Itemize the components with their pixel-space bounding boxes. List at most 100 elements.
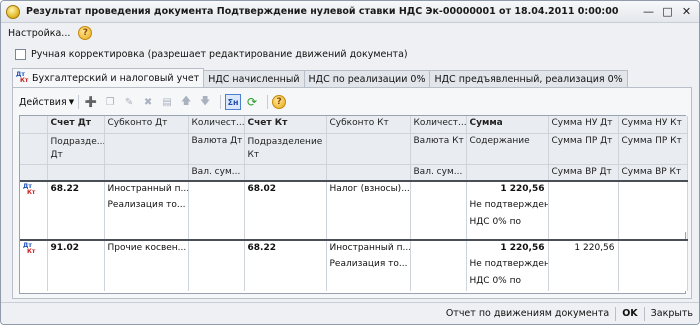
tab-accounting[interactable]: Дт Кт Бухгалтерский и налоговый учет [12,68,205,87]
cell-subkonto-dt[interactable]: Иностранный п... [104,180,189,198]
table-row[interactable]: Дт Кт 68.22 Иностранный п... 68.02 Налог … [20,180,688,232]
row-spacer [20,232,688,240]
tab-vat-sales-zero[interactable]: НДС по реализации 0% [303,70,431,87]
col-schet-kt[interactable]: Счет Кт [244,116,327,134]
cell-schet-dt[interactable]: 91.02 [47,239,105,257]
toolbar-separator [267,95,269,109]
cell-subkonto-kt[interactable]: Налог (взносы)... [326,180,411,198]
manual-correction-row: Ручная корректировка (разрешает редактир… [15,49,408,60]
cell-content[interactable]: Не подтвержден [466,257,549,274]
tab-bar: Дт Кт Бухгалтерский и налоговый учет НДС … [12,68,628,87]
col-val-sum-dt[interactable]: Вал. сум... [188,164,245,182]
cell-subkonto-kt[interactable]: Иностранный п... [326,239,411,257]
close-button[interactable]: Закрыть [651,308,693,319]
cell-summa-nu-kt[interactable] [618,180,688,198]
table-row[interactable]: Реализация то... Не подтвержден [20,257,688,274]
menu-bar: Настройка... ? [1,24,699,42]
toolbar-separator [78,95,80,109]
table-row[interactable]: Дт Кт 91.02 Прочие косвен... 68.22 Иностр… [20,239,688,291]
tab-label: НДС по реализации 0% [308,73,426,85]
tab-label: НДС начисленный [208,73,300,85]
footer-separator [615,306,617,321]
dt-kt-icon: Дт Кт [20,239,48,291]
cell-content[interactable]: НДС 0% по [466,215,549,232]
col-summa-nu-dt[interactable]: Сумма НУ Дт [548,116,619,134]
cell-summa[interactable]: 1 220,56 [466,239,549,257]
dropdown-arrow-icon[interactable]: ▼ [69,98,74,106]
cell-schet-kt[interactable]: 68.22 [244,239,327,257]
cell-subkonto-kt[interactable] [326,198,411,215]
table-header-row: Подразде... Дт Валюта Дт Подразделение Кт … [20,133,688,165]
actions-menu[interactable]: Действия [19,97,67,108]
cell-subkonto-dt[interactable]: Прочие косвен... [104,239,189,257]
tab-label: НДС предъявленный, реализация 0% [434,73,623,85]
cell-summa-nu-dt[interactable] [548,180,619,198]
settings-menu[interactable]: Настройка... [8,28,70,39]
close-icon[interactable]: ✕ [678,4,695,19]
col-soderzhanie[interactable]: Содержание [466,133,549,165]
dt-kt-icon: Дт Кт [20,180,48,232]
col-kolichestvo-dt[interactable]: Количест... [188,116,245,134]
footer-bar: Отчет по движениям документа OK Закрыть [1,302,699,324]
cell-content[interactable]: НДС 0% по [466,274,549,291]
footer-separator [643,306,645,321]
col-subkonto-dt[interactable]: Субконто Дт [104,116,189,134]
ok-button[interactable]: OK [622,308,637,319]
title-bar: Результат проведения документа Подтвержд… [1,1,699,23]
table-header-row: Вал. сум... Вал. сум... Сумма ВР Дт Сумм… [20,164,688,182]
col-valuta-kt[interactable]: Валюта Кт [410,133,467,165]
maximize-icon[interactable]: □ [659,4,676,19]
move-down-icon[interactable]: 🡇 [197,94,213,110]
col-valuta-dt[interactable]: Валюта Дт [188,133,245,165]
col-schet-dt[interactable]: Счет Дт [47,116,105,134]
cell-summa[interactable]: 1 220,56 [466,180,549,198]
entries-table: Счет Дт Субконто Дт Количест... Счет Кт … [19,115,688,294]
col-podrazd-kt[interactable]: Подразделение Кт [244,133,327,165]
tab-panel: Действия ▼ ➕ ❐ ✎ ✖ ▤ 🡅 🡇 Σн ⟳ ? Счет Дт … [12,87,692,299]
sum-icon[interactable]: Σн [225,94,242,110]
dt-kt-icon: Дт Кт [16,71,29,84]
table-row[interactable]: Реализация то... Не подтвержден [20,198,688,215]
save-icon[interactable]: ▤ [159,94,175,110]
col-summa[interactable]: Сумма [466,116,549,134]
tab-vat-presented[interactable]: НДС предъявленный, реализация 0% [429,70,628,87]
tab-label: Бухгалтерский и налоговый учет [32,72,200,84]
window-title: Результат проведения документа Подтвержд… [26,6,619,17]
col-kolichestvo-kt[interactable]: Количест... [410,116,467,134]
app-logo-icon [6,4,20,19]
cell-schet-kt[interactable]: 68.02 [244,180,327,198]
help-icon[interactable]: ? [272,95,287,109]
cell-summa-nu-dt[interactable]: 1 220,56 [548,239,619,257]
cell-subkonto-dt[interactable] [104,257,189,274]
delete-icon[interactable]: ✖ [140,94,156,110]
col-podrazd-dt[interactable]: Подразде... Дт [47,133,105,165]
toolbar-separator [220,95,222,109]
table-header-row: Счет Дт Субконто Дт Количест... Счет Кт … [20,116,688,134]
col-summa-nu-kt[interactable]: Сумма НУ Кт [618,116,688,134]
manual-correction-checkbox[interactable] [15,49,26,60]
toolbar: Действия ▼ ➕ ❐ ✎ ✖ ▤ 🡅 🡇 Σн ⟳ ? [19,92,287,112]
col-summa-vr-dt[interactable]: Сумма ВР Дт [548,164,619,182]
table-row[interactable]: НДС 0% по [20,215,688,232]
col-val-sum-kt[interactable]: Вал. сум... [410,164,467,182]
cell-schet-dt[interactable]: 68.22 [47,180,105,198]
col-summa-vr-kt[interactable]: Сумма ВР Кт [618,164,688,182]
move-up-icon[interactable]: 🡅 [178,94,194,110]
minimize-icon[interactable]: — [640,4,657,19]
copy-icon[interactable]: ❐ [102,94,118,110]
cell-subkonto-dt[interactable]: Реализация то... [104,198,189,215]
col-summa-pr-kt[interactable]: Сумма ПР Кт [618,133,688,165]
refresh-icon[interactable]: ⟳ [244,94,260,110]
report-movements-button[interactable]: Отчет по движениям документа [446,308,609,319]
col-subkonto-kt[interactable]: Субконто Кт [326,116,411,134]
add-icon[interactable]: ➕ [83,94,99,110]
tab-vat-accrued[interactable]: НДС начисленный [203,70,305,87]
edit-icon[interactable]: ✎ [121,94,137,110]
cell-content[interactable]: Не подтвержден [466,198,549,215]
cell-subkonto-kt[interactable]: Реализация то... [326,257,411,274]
help-icon[interactable]: ? [78,26,93,40]
col-summa-pr-dt[interactable]: Сумма ПР Дт [548,133,619,165]
cell-summa-nu-kt[interactable] [618,239,688,257]
table-row[interactable]: НДС 0% по [20,274,688,291]
manual-correction-label[interactable]: Ручная корректировка (разрешает редактир… [31,49,408,60]
